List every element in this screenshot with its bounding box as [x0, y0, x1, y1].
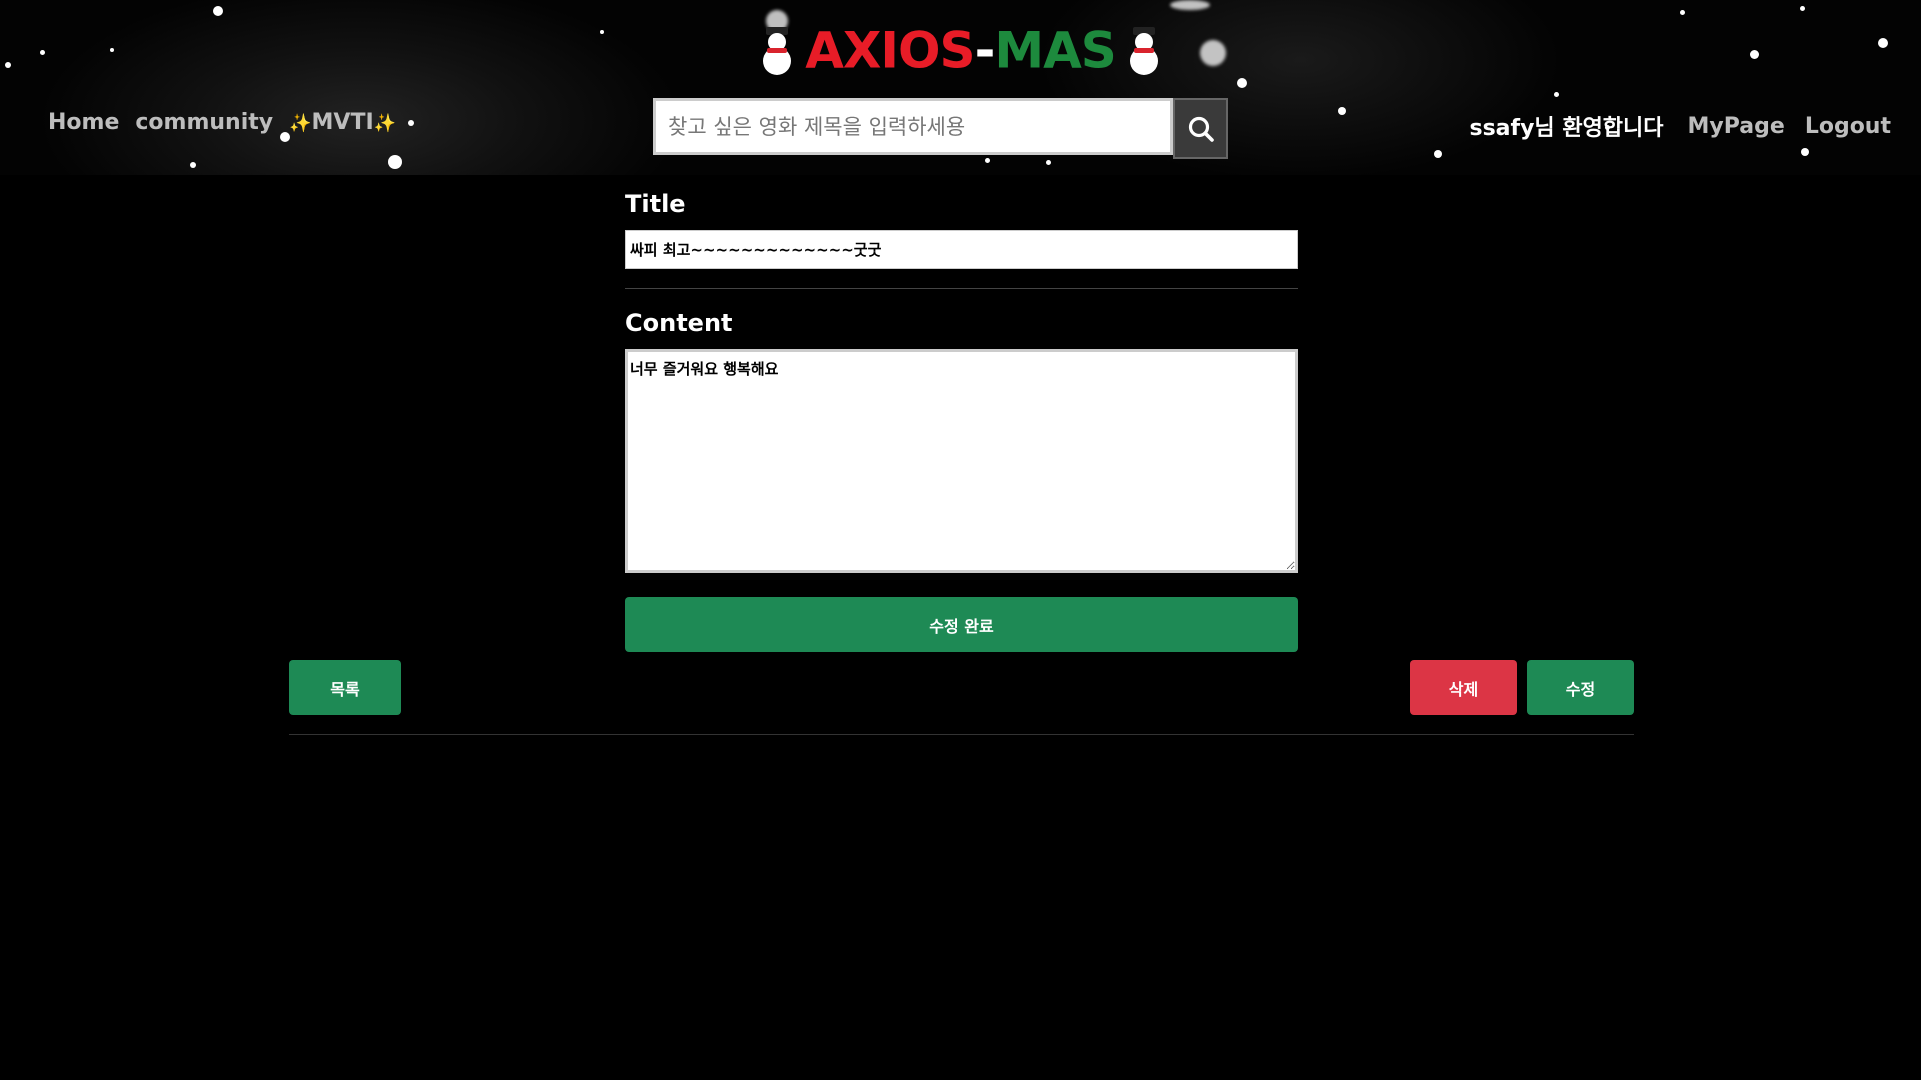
snowflake: [1170, 0, 1210, 10]
snowflake: [388, 155, 402, 169]
main-nav: Home community ✨MVTI✨: [48, 110, 396, 135]
title-input[interactable]: [625, 230, 1298, 269]
logo-text-dash: -: [974, 21, 996, 80]
logo-text-axios: AXIOS: [805, 21, 975, 80]
snowflake: [1800, 6, 1805, 11]
divider: [625, 288, 1298, 289]
mypage-link[interactable]: MyPage: [1688, 114, 1785, 139]
content-label: Content: [625, 309, 733, 337]
site-logo[interactable]: AXIOS-MAS: [0, 18, 1921, 80]
sparkle-icon: ✨: [373, 113, 397, 134]
list-button[interactable]: 목록: [289, 660, 401, 715]
snowflake: [1434, 150, 1442, 158]
page: AXIOS-MAS Home community ✨MVTI✨ ssafy님 환…: [0, 0, 1921, 1080]
snowflake: [213, 6, 223, 16]
submit-edit-button[interactable]: 수정 완료: [625, 597, 1298, 652]
edit-post-form: Title Content 너무 즐거워요 행복해요 수정 완료: [625, 190, 1298, 652]
search-input[interactable]: [653, 98, 1173, 155]
search-button[interactable]: [1173, 98, 1228, 159]
snowflake: [190, 162, 196, 168]
header: AXIOS-MAS Home community ✨MVTI✨ ssafy님 환…: [0, 0, 1921, 175]
title-label: Title: [625, 190, 686, 218]
snowflake: [1801, 148, 1809, 156]
search-icon: [1188, 116, 1214, 142]
snowman-icon: [1124, 26, 1164, 75]
nav-mvti-label: MVTI: [311, 110, 374, 135]
edit-button[interactable]: 수정: [1527, 660, 1634, 715]
snowflake: [1338, 107, 1346, 115]
nav-community-link[interactable]: community: [135, 110, 273, 135]
logout-link[interactable]: Logout: [1805, 114, 1891, 139]
nav-mvti-link[interactable]: ✨MVTI✨: [289, 110, 396, 135]
content-textarea[interactable]: 너무 즐거워요 행복해요: [625, 349, 1298, 573]
snowflake: [1554, 92, 1559, 97]
user-nav: ssafy님 환영합니다 MyPage Logout: [1469, 110, 1891, 142]
logo-text-mas: MAS: [994, 21, 1116, 80]
delete-button[interactable]: 삭제: [1410, 660, 1517, 715]
snowman-icon: [757, 26, 797, 75]
nav-home-link[interactable]: Home: [48, 110, 119, 135]
divider: [289, 734, 1634, 735]
snowflake: [1680, 10, 1685, 15]
sparkle-icon: ✨: [289, 113, 312, 134]
snowflake: [1237, 78, 1247, 88]
welcome-text: ssafy님 환영합니다: [1469, 116, 1664, 141]
snowflake: [408, 120, 414, 126]
movie-search: [653, 98, 1231, 161]
